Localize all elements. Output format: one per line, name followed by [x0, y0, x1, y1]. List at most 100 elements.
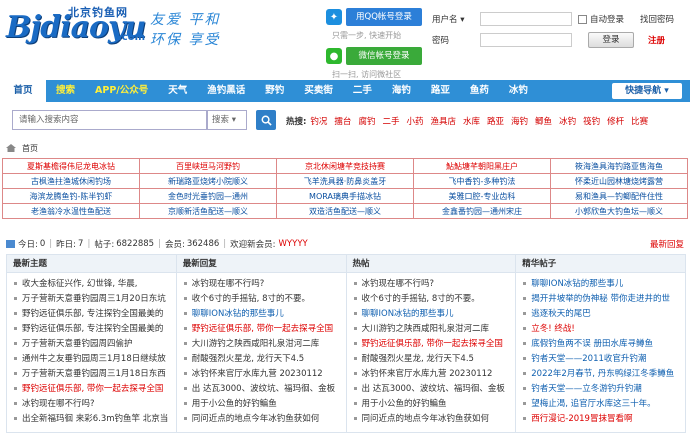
partner-link[interactable]: 新瑞路亚烧烤小院顺义 — [139, 173, 277, 189]
search-type-select[interactable]: 搜索 ▾ — [207, 110, 247, 130]
thread-item[interactable]: 野钓远征俱乐部, 带你一起去探寻全国 — [7, 382, 176, 397]
username-label[interactable]: 用户名 ▾ — [432, 13, 480, 25]
thread-item[interactable]: 立冬! 终战! — [516, 322, 685, 337]
hot-search-item[interactable]: 小药 — [406, 115, 423, 127]
search-input[interactable]: 请输入搜索内容 — [12, 110, 207, 130]
hot-search-item[interactable]: 冰钓 — [559, 115, 576, 127]
thread-item[interactable]: 耐酸强烈火星龙, 龙行天下4.5 — [347, 352, 516, 367]
quick-nav-button[interactable]: 快捷导航 ▾ — [612, 83, 682, 99]
partner-link[interactable]: 金色时光垂钓园—通州 — [139, 188, 277, 204]
thread-item[interactable]: 万子营新天意垂钓园周三1月20日东坑 — [7, 292, 176, 307]
thread-item[interactable]: 聊聊ION冰钻的那些事儿 — [516, 277, 685, 292]
nav-secondhand[interactable]: 二手 — [343, 80, 382, 102]
thread-item[interactable]: 大川游钓之陕西咸阳礼泉泔河二库 — [347, 322, 516, 337]
thread-item[interactable]: 出全新福玛徊 来彩6.3m钓鱼竿 北京当 — [7, 412, 176, 427]
partner-link[interactable]: 双造活鱼配送—顺义 — [276, 203, 414, 219]
hot-search-item[interactable]: 擂台 — [334, 115, 351, 127]
thread-item[interactable]: 同问近点的地点今年冰钓鱼获如何 — [177, 412, 346, 427]
thread-item[interactable]: 同问近点的地点今年冰钓鱼获如何 — [347, 412, 516, 427]
hot-search-item[interactable]: 比赛 — [631, 115, 648, 127]
partner-link[interactable]: 易和渔具—钓鲫配件住性 — [550, 188, 688, 204]
thread-item[interactable]: 逃逐秋天的尾巴 — [516, 307, 685, 322]
thread-item[interactable]: 万子营新天意垂钓园周三1月18日东西 — [7, 367, 176, 382]
qq-login-button[interactable]: ✦ 用QQ帐号登录 — [326, 8, 422, 26]
thread-item[interactable]: 聊聊ION冰钻的那些事儿 — [347, 307, 516, 322]
partner-link[interactable]: 美雅口腔-专业齿科 — [413, 188, 551, 204]
nav-bait[interactable]: 鱼药 — [460, 80, 499, 102]
thread-item[interactable]: 底假钓鱼两不误 册田水库寻鳟鱼 — [516, 337, 685, 352]
site-logo[interactable]: 北京钓鱼网 Bjdiaoyu .com — [6, 2, 156, 50]
thread-item[interactable]: 用于小公鱼的好钓鳊鱼 — [177, 397, 346, 412]
nav-search[interactable]: 搜索 — [46, 80, 85, 102]
search-button[interactable] — [256, 110, 276, 130]
partner-link[interactable]: 金鑫番钓园—通州宋庄 — [413, 203, 551, 219]
nav-slang[interactable]: 渔钓黑话 — [197, 80, 255, 102]
partner-link[interactable]: 筱海渔具海钓路亚售海鱼 — [550, 158, 688, 174]
thread-item[interactable]: 万子营新天意垂钓园周四偷护 — [7, 337, 176, 352]
thread-item[interactable]: 野钓远征俱乐部, 专注探钓全国最美的 — [7, 307, 176, 322]
thread-item[interactable]: 钓者天堂——2011收官升钓潮 — [516, 352, 685, 367]
thread-item[interactable]: 收个6寸的手摇钻, 8寸的不要。 — [177, 292, 346, 307]
thread-item[interactable]: 野钓远征俱乐部, 专注探钓全国最美的 — [7, 322, 176, 337]
partner-link[interactable]: 夏斯基檐得伟尼龙电冰钻 — [2, 158, 140, 174]
thread-item[interactable]: 钓者天堂——立冬游钓升钓潮 — [516, 382, 685, 397]
thread-item[interactable]: 大川游钓之陕西咸阳礼泉泔河二库 — [177, 337, 346, 352]
thread-item[interactable]: 西行漫记-2019冒抹冒看啊 — [516, 412, 685, 427]
partner-link[interactable]: 飞羊洗具器·防鼻炎盖牙 — [276, 173, 414, 189]
newest-member-link[interactable]: WYYYY — [279, 239, 308, 249]
hot-search-item[interactable]: 海钓 — [511, 115, 528, 127]
hot-search-item[interactable]: 修杆 — [607, 115, 624, 127]
password-input[interactable] — [480, 33, 572, 47]
thread-item[interactable]: 收个6寸的手摇钻, 8寸的不要。 — [347, 292, 516, 307]
nav-home[interactable]: 首页 — [0, 80, 46, 102]
thread-item[interactable]: 冰钓怀来官厅水库九营 20230112 — [177, 367, 346, 382]
nav-ice-fishing[interactable]: 冰钓 — [499, 80, 538, 102]
thread-item[interactable]: 收大金标征兴作, 幻世锋, 华晨, — [7, 277, 176, 292]
register-link[interactable]: 注册 — [648, 34, 665, 46]
thread-item[interactable]: 揭开井坡举的伪神秘 带你走进井的世 — [516, 292, 685, 307]
breadcrumb-home[interactable]: 首页 — [22, 143, 38, 154]
username-input[interactable] — [480, 12, 572, 26]
latest-reply-link[interactable]: 最新回复 — [650, 238, 684, 250]
partner-link[interactable]: 京北休闲塘芊竞技持赛 — [276, 158, 414, 174]
hot-search-item[interactable]: 二手 — [382, 115, 399, 127]
login-button[interactable]: 登录 — [588, 32, 634, 48]
home-icon[interactable] — [6, 144, 16, 152]
hot-search-item[interactable]: 路亚 — [487, 115, 504, 127]
nav-lure[interactable]: 路亚 — [421, 80, 460, 102]
thread-item[interactable]: 出 达瓦3000、波纹坑、福玛徊、金板 — [347, 382, 516, 397]
thread-item[interactable]: 野钓远征俱乐部, 带你一起去探寻全国 — [347, 337, 516, 352]
partner-link[interactable]: 京顺新活鱼配送—顺义 — [139, 203, 277, 219]
thread-item[interactable]: 耐酸强烈火星龙, 龙行天下4.5 — [177, 352, 346, 367]
auto-login-checkbox[interactable] — [578, 14, 587, 24]
hot-search-item[interactable]: 筏钓 — [583, 115, 600, 127]
nav-sea-fishing[interactable]: 海钓 — [382, 80, 421, 102]
partner-link[interactable]: 鮎鮎塘芊朝阳黑庄户 — [413, 158, 551, 174]
thread-item[interactable]: 出 达瓦3000、波纹坑、福玛徊、金板 — [177, 382, 346, 397]
partner-link[interactable]: 老渔翁冷水温性鱼配送 — [2, 203, 140, 219]
thread-item[interactable]: 用于小公鱼的好钓鳊鱼 — [347, 397, 516, 412]
thread-item[interactable]: 聊聊ION冰钻的那些事儿 — [177, 307, 346, 322]
thread-item[interactable]: 冰钓怀来官厅水库九营 20230112 — [347, 367, 516, 382]
partner-link[interactable]: 小郭欣鱼大钓鱼坛—顺义 — [550, 203, 688, 219]
thread-item[interactable]: 通州牛之友垂钓园周三1月18日继续放 — [7, 352, 176, 367]
thread-item[interactable]: 冰钓现在哪不行吗? — [7, 397, 176, 412]
thread-item[interactable]: 2022年2月春节, 丹东鸭绿江冬季鳟鱼 — [516, 367, 685, 382]
partner-link[interactable]: 怀柔近山园林塘烧烤露营 — [550, 173, 688, 189]
hot-search-item[interactable]: 钓况 — [310, 115, 327, 127]
nav-wild-fishing[interactable]: 野钓 — [255, 80, 294, 102]
thread-item[interactable]: 冰钓现在哪不行吗? — [347, 277, 516, 292]
thread-item[interactable]: 野钓远征俱乐部, 带你一起去探寻全国 — [177, 322, 346, 337]
forgot-password-link[interactable]: 找回密码 — [640, 13, 674, 25]
wechat-login-button[interactable]: ● 微信帐号登录 — [326, 47, 422, 65]
nav-app[interactable]: APP/公众号 — [85, 80, 158, 102]
partner-link[interactable]: 飞中香钓-多种钓法 — [413, 173, 551, 189]
nav-market[interactable]: 买卖街 — [294, 80, 343, 102]
hot-search-item[interactable]: 腐钓 — [358, 115, 375, 127]
nav-weather[interactable]: 天气 — [158, 80, 197, 102]
hot-search-item[interactable]: 水库 — [463, 115, 480, 127]
hot-search-item[interactable]: 鲫鱼 — [535, 115, 552, 127]
thread-item[interactable]: 冰钓现在哪不行吗? — [177, 277, 346, 292]
partner-link[interactable]: 古枫渔拄渔城休闲钓场 — [2, 173, 140, 189]
partner-link[interactable]: 海滨龙腾鱼钓-陈半钓虾 — [2, 188, 140, 204]
